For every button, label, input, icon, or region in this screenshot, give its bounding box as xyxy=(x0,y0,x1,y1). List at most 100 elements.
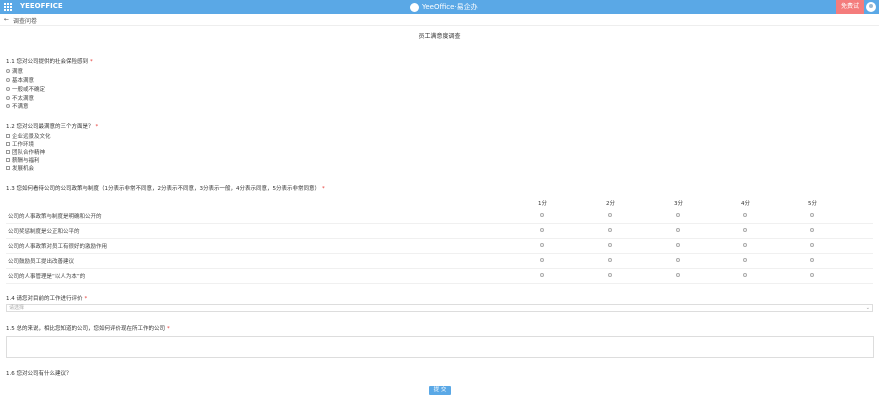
radio-icon[interactable] xyxy=(810,243,814,247)
chevron-down-icon[interactable]: ⌄ xyxy=(866,305,870,312)
checkbox-icon[interactable] xyxy=(6,150,10,154)
scale-header: 5分 xyxy=(808,201,817,207)
q1-option-label: 不太满意 xyxy=(12,96,35,102)
radio-icon[interactable] xyxy=(676,213,680,217)
required-mark: * xyxy=(90,59,93,65)
radio-icon[interactable] xyxy=(608,273,612,277)
radio-icon[interactable] xyxy=(608,228,612,232)
q1-option[interactable]: 一般或不确定 xyxy=(6,86,46,93)
radio-icon[interactable] xyxy=(6,87,10,91)
radio-icon[interactable] xyxy=(6,69,10,73)
question-3-text: 1.3 您如何看待公司的公司政策与制度（1分表示非常不同意，2分表示不同意，3分… xyxy=(6,186,320,192)
radio-icon[interactable] xyxy=(676,273,680,277)
matrix-row: 公司的人事政策对员工有很好的激励作用 xyxy=(6,238,873,254)
q2-option-label: 工作环境 xyxy=(12,142,35,148)
question-5-text: 1.5 总的来说，相比您知道的公司，您如何评价现在所工作的公司 xyxy=(6,326,165,332)
q2-option[interactable]: 薪酬与福利 xyxy=(6,157,40,164)
radio-icon[interactable] xyxy=(6,96,10,100)
radio-icon[interactable] xyxy=(540,228,544,232)
breadcrumb[interactable]: ← 调查问卷 xyxy=(4,16,37,25)
avatar[interactable] xyxy=(866,2,876,12)
q1-option[interactable]: 基本满意 xyxy=(6,77,35,84)
yeeoffice-logo-icon xyxy=(410,2,419,12)
radio-icon[interactable] xyxy=(743,243,747,247)
radio-icon[interactable] xyxy=(743,273,747,277)
q1-option-label: 基本满意 xyxy=(12,78,35,84)
q2-option[interactable]: 发展机会 xyxy=(6,165,35,172)
scale-header: 2分 xyxy=(606,201,615,207)
top-bar: YEEOFFICE YeeOffice·易企办 免费试 xyxy=(0,0,879,14)
radio-icon[interactable] xyxy=(676,243,680,247)
radio-icon[interactable] xyxy=(540,213,544,217)
q1-option[interactable]: 满意 xyxy=(6,68,24,75)
q1-option[interactable]: 不太满意 xyxy=(6,95,35,102)
question-5: 1.5 总的来说，相比您知道的公司，您如何评价现在所工作的公司 * xyxy=(6,324,170,332)
radio-icon[interactable] xyxy=(608,258,612,262)
radio-icon[interactable] xyxy=(810,258,814,262)
question-3: 1.3 您如何看待公司的公司政策与制度（1分表示非常不同意，2分表示不同意，3分… xyxy=(6,184,325,192)
matrix-row: 公司的人事管理是“以人为本”的 xyxy=(6,268,873,284)
q1-option-label: 不满意 xyxy=(12,104,29,110)
radio-icon[interactable] xyxy=(540,273,544,277)
q1-option-label: 一般或不确定 xyxy=(12,87,46,93)
q2-option-label: 企业远景及文化 xyxy=(12,134,51,140)
question-4: 1.4 请您对目前的工作进行评价 * xyxy=(6,294,87,302)
rating-select[interactable]: 请选择 ⌄ xyxy=(6,304,873,312)
question-2: 1.2 您对公司最满意的三个方面是？ * xyxy=(6,122,98,130)
checkbox-icon[interactable] xyxy=(6,158,10,162)
app-grid-icon[interactable] xyxy=(4,3,12,11)
question-1-text: 1.1 您对公司提供的社会保险感到 xyxy=(6,59,88,65)
radio-icon[interactable] xyxy=(6,78,10,82)
radio-icon[interactable] xyxy=(608,213,612,217)
q2-option[interactable]: 工作环境 xyxy=(6,141,35,148)
radio-icon[interactable] xyxy=(676,228,680,232)
submit-button[interactable]: 提 交 xyxy=(429,386,451,395)
radio-icon[interactable] xyxy=(810,228,814,232)
matrix-row-label: 公司的人事政策对员工有很好的激励作用 xyxy=(8,244,108,250)
scale-header: 3分 xyxy=(674,201,683,207)
matrix-row: 公司鼓励员工提出改善建议 xyxy=(6,253,873,269)
radio-icon[interactable] xyxy=(608,243,612,247)
question-4-text: 1.4 请您对目前的工作进行评价 xyxy=(6,296,83,302)
radio-icon[interactable] xyxy=(676,258,680,262)
scale-header: 1分 xyxy=(538,201,547,207)
divider xyxy=(0,25,879,26)
breadcrumb-label: 调查问卷 xyxy=(13,18,38,25)
checkbox-icon[interactable] xyxy=(6,134,10,138)
matrix-row-label: 公司奖惩制度是公正和公平的 xyxy=(8,229,80,235)
matrix-row-label: 公司鼓励员工提出改善建议 xyxy=(8,259,75,265)
center-title: YeeOffice·易企办 xyxy=(410,2,478,12)
question-6-text: 1.6 您对公司有什么建议？ xyxy=(6,371,72,377)
question-1: 1.1 您对公司提供的社会保险感到 * xyxy=(6,57,93,65)
comparison-textarea[interactable] xyxy=(6,336,874,358)
free-trial-button[interactable]: 免费试 xyxy=(836,0,864,14)
question-2-text: 1.2 您对公司最满意的三个方面是？ xyxy=(6,124,94,130)
q2-option[interactable]: 企业远景及文化 xyxy=(6,133,51,140)
matrix-row: 公司奖惩制度是公正和公平的 xyxy=(6,223,873,239)
q2-option-label: 发展机会 xyxy=(12,166,35,172)
matrix-row-label: 公司的人事管理是“以人为本”的 xyxy=(8,274,86,280)
required-mark: * xyxy=(322,186,325,192)
select-placeholder: 请选择 xyxy=(9,305,25,311)
checkbox-icon[interactable] xyxy=(6,142,10,146)
question-6: 1.6 您对公司有什么建议？ xyxy=(6,369,72,377)
center-title-text: YeeOffice·易企办 xyxy=(422,3,478,11)
matrix-row-label: 公司的人事政策与制度是明确和公开的 xyxy=(8,214,102,220)
q2-option-label: 团队合作精神 xyxy=(12,150,46,156)
radio-icon[interactable] xyxy=(6,104,10,108)
radio-icon[interactable] xyxy=(810,213,814,217)
required-mark: * xyxy=(95,124,99,130)
radio-icon[interactable] xyxy=(743,213,747,217)
radio-icon[interactable] xyxy=(540,258,544,262)
arrow-left-icon[interactable]: ← xyxy=(4,16,9,25)
q1-option-label: 满意 xyxy=(12,69,24,75)
matrix-row: 公司的人事政策与制度是明确和公开的 xyxy=(6,208,873,224)
checkbox-icon[interactable] xyxy=(6,166,10,170)
radio-icon[interactable] xyxy=(743,228,747,232)
radio-icon[interactable] xyxy=(540,243,544,247)
q1-option[interactable]: 不满意 xyxy=(6,103,29,110)
q2-option[interactable]: 团队合作精神 xyxy=(6,149,46,156)
required-mark: * xyxy=(84,296,88,302)
radio-icon[interactable] xyxy=(743,258,747,262)
radio-icon[interactable] xyxy=(810,273,814,277)
